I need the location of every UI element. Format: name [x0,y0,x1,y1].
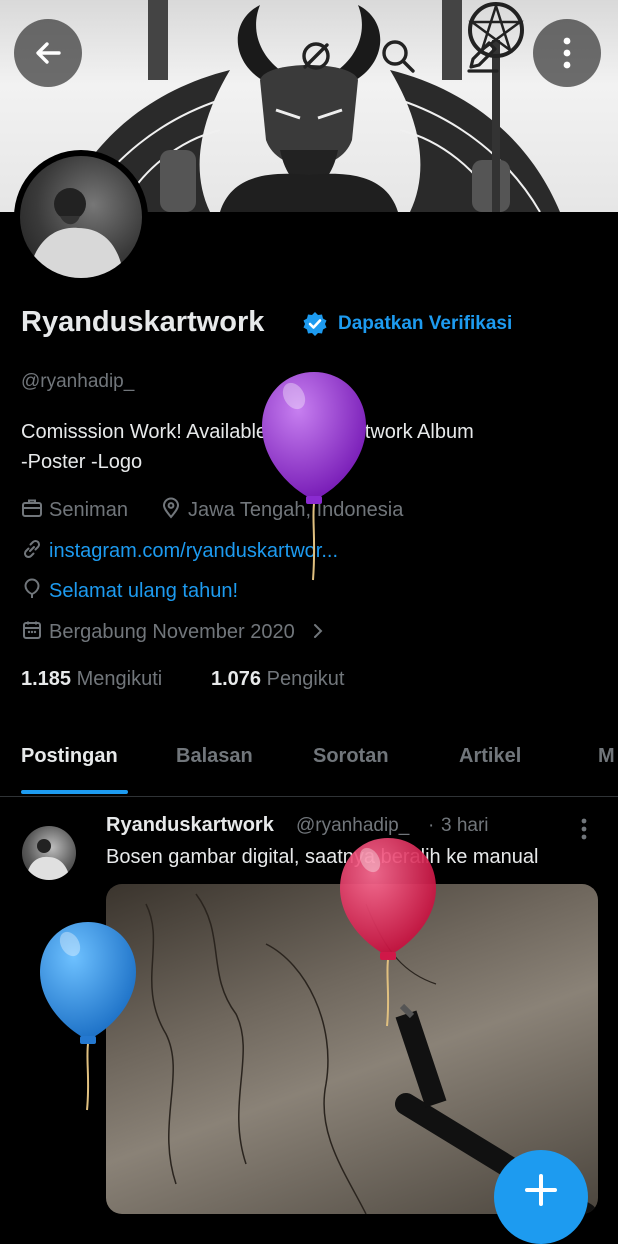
grok-button[interactable] [294,34,338,78]
profile-display-name: Ryanduskartwork [21,306,265,338]
arrow-left-icon [36,42,61,64]
profession-text: Seniman [49,499,128,521]
profile-avatar[interactable] [14,150,148,284]
tab-replies[interactable]: Balasan [176,745,253,768]
grok-slash-icon [302,42,330,70]
chevron-right-icon [314,624,323,638]
more-options-button[interactable] [533,19,601,87]
active-tab-indicator [21,790,128,794]
post-more-button[interactable] [572,814,596,844]
get-verified-link[interactable]: Dapatkan Verifikasi [338,313,512,335]
balloon-red [336,836,440,1033]
followers-count-link[interactable]: 1.076 Pengikut [211,668,344,691]
birthday-text[interactable]: Selamat ulang tahun! [49,580,238,602]
balloon-icon [24,578,40,598]
avatar-photo [20,156,142,278]
calendar-icon [23,621,41,639]
followers-label: Pengikut [266,668,345,690]
tab-posts[interactable]: Postingan [21,745,118,768]
following-count-link[interactable]: 1.185 Mengikuti [21,668,162,691]
balloon-blue [36,920,140,1117]
balloon-purple [258,370,370,587]
more-vertical-icon [581,818,587,840]
tab-media[interactable]: M [598,745,615,768]
location-pin-icon [162,497,180,519]
pencil-icon [467,41,499,73]
post-author-handle[interactable]: @ryanhadip_ [296,815,409,837]
back-button[interactable] [14,19,82,87]
birthday-row[interactable]: Selamat ulang tahun! [21,578,238,603]
following-label: Mengikuti [76,668,163,690]
edit-profile-button[interactable] [458,32,506,80]
profile-handle: @ryanhadip_ [21,371,135,392]
search-button[interactable] [374,32,422,80]
post-text: Bosen gambar digital, saatnya beralih ke… [106,846,539,868]
tab-articles[interactable]: Artikel [459,745,521,768]
joined-row[interactable]: Bergabung November 2020 [21,619,326,644]
briefcase-icon [22,499,42,517]
joined-text: Bergabung November 2020 [49,621,295,643]
profession-row: Seniman [21,497,128,522]
search-icon [382,40,415,73]
followers-count: 1.076 [211,668,262,690]
tabs-divider [0,796,618,797]
plus-icon [525,1174,557,1206]
following-count: 1.185 [21,668,72,690]
post-author-avatar[interactable] [22,826,76,880]
compose-button[interactable] [494,1150,588,1244]
more-vertical-icon [563,37,571,69]
post-author-name[interactable]: Ryanduskartwork [106,814,274,837]
tab-highlights[interactable]: Sorotan [313,745,389,768]
post-time[interactable]: 3 hari [441,815,489,837]
verified-badge-icon[interactable] [302,311,328,342]
link-icon [23,539,41,559]
post-separator: · [428,815,435,836]
